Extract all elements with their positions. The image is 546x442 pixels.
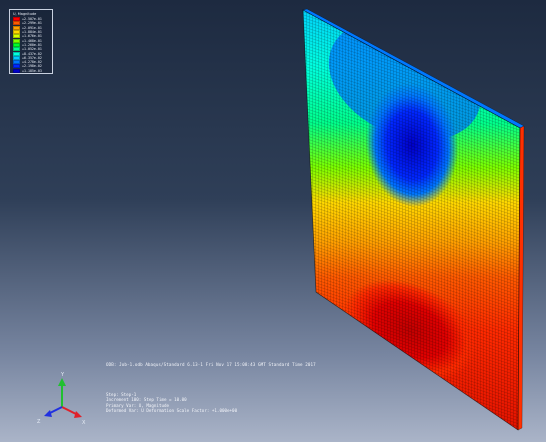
y-axis-label: Y <box>60 372 65 378</box>
y-axis-arrow <box>58 378 66 386</box>
view-triad[interactable]: Y X Z <box>34 370 94 430</box>
z-axis-label: Z <box>37 419 41 425</box>
deformed-var-text: Deformed Var: U Deformation Scale Factor… <box>106 407 238 413</box>
viewport-info: Step: Step-1 Increment 100: Step Time = … <box>106 392 237 413</box>
z-axis-arrow <box>44 410 52 417</box>
x-axis-arrow <box>74 411 82 418</box>
plate-face <box>303 10 520 430</box>
odb-status-line: ODB: Job-1.odb Abaqus/Standard 6.13-1 Fr… <box>106 362 316 367</box>
x-axis-label: X <box>82 420 86 426</box>
viewport[interactable]: U, Magnitude +2.507e-01 +2.299e-01 +2.091e… <box>0 0 546 442</box>
